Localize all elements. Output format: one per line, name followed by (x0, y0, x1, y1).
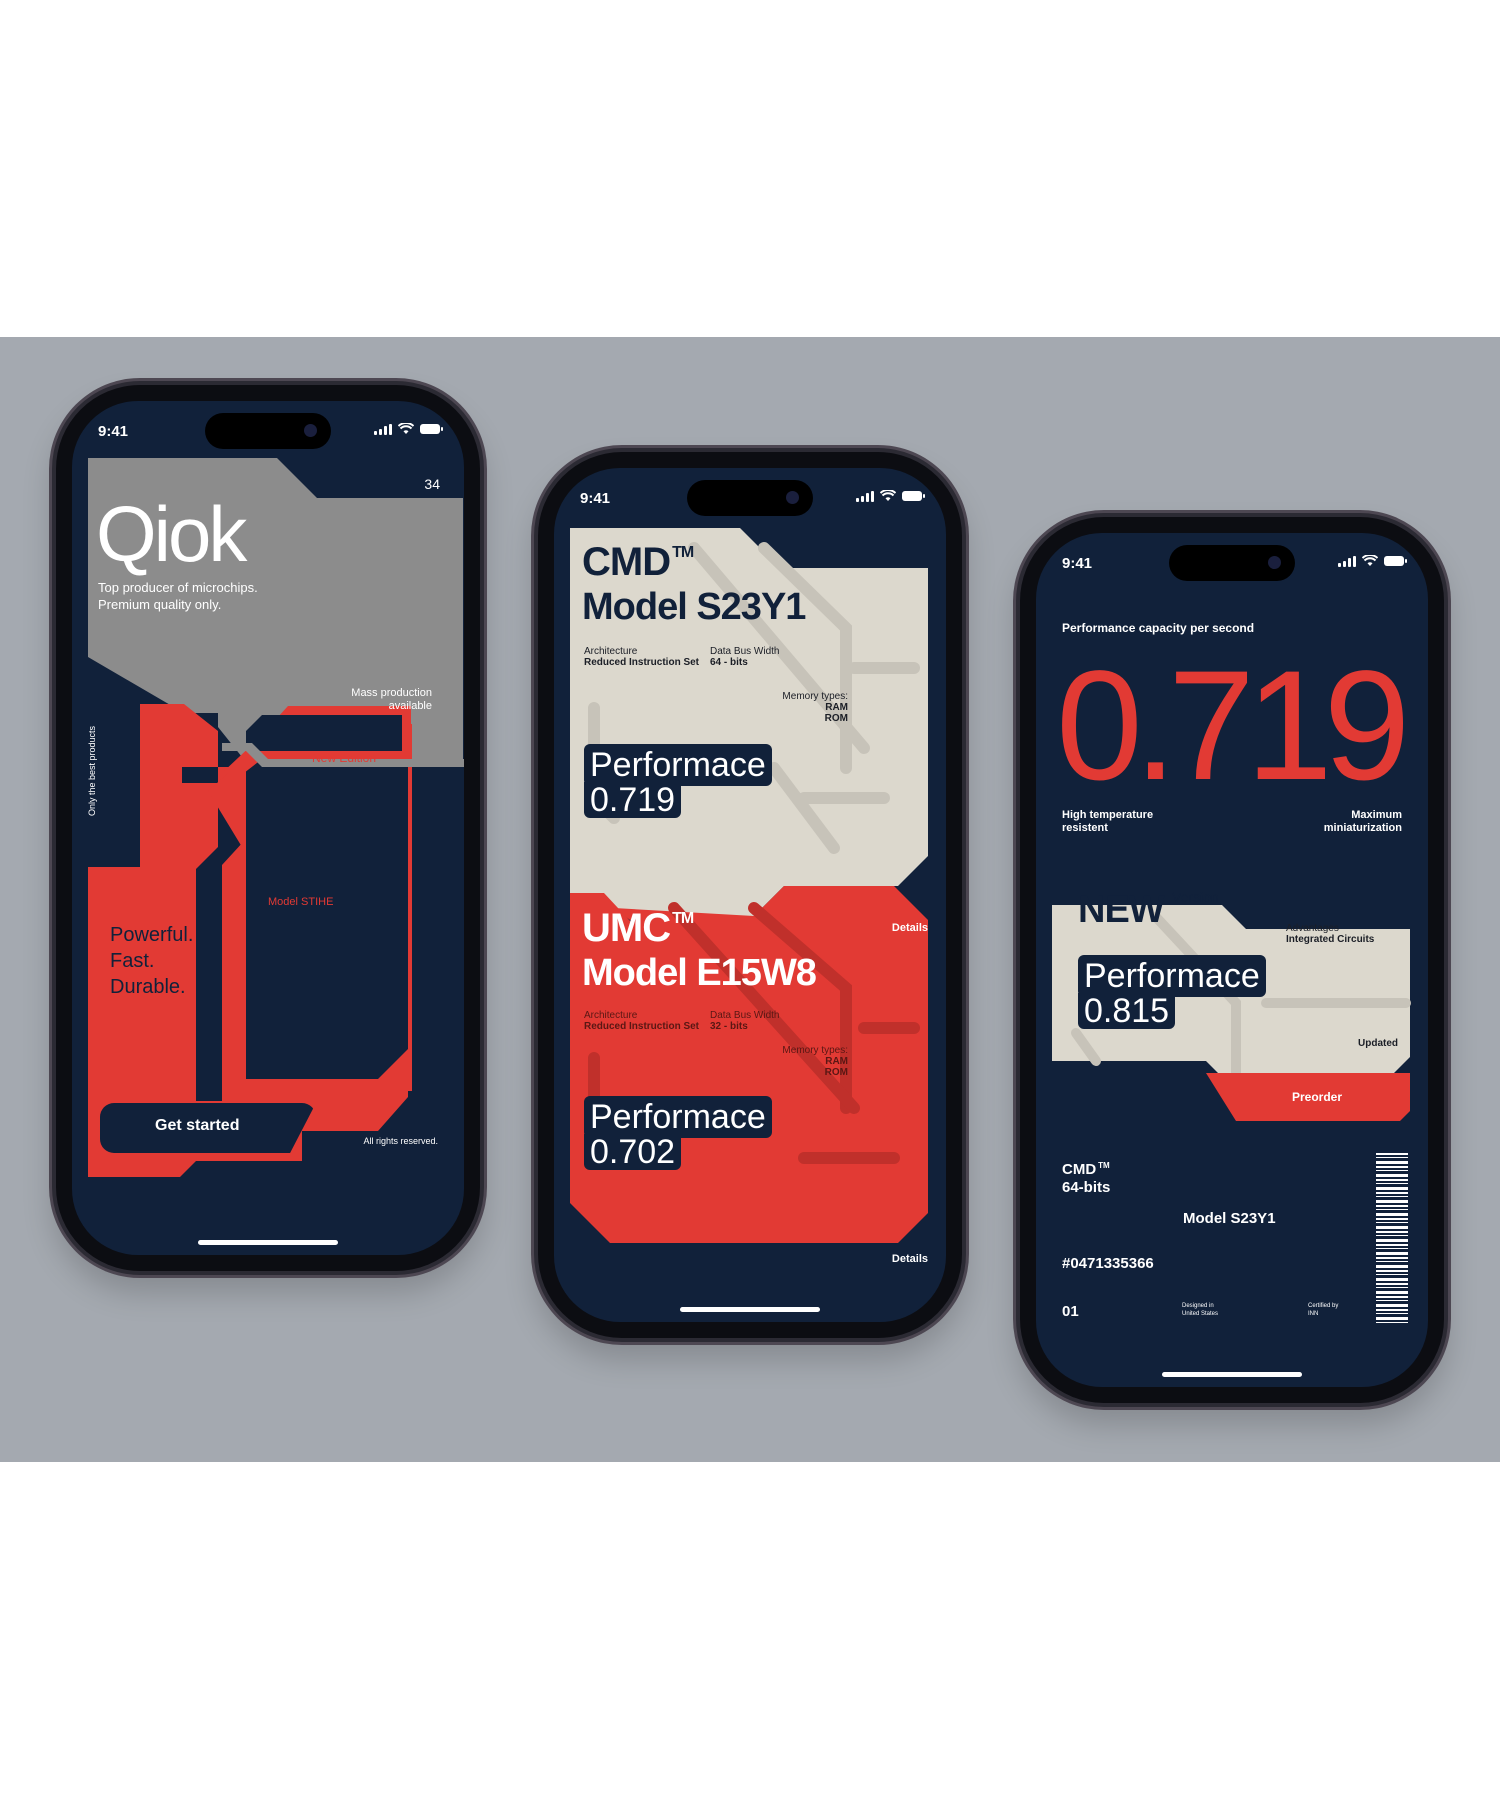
slogan-3: Durable. (110, 976, 186, 998)
trademark: TM (1098, 1161, 1110, 1170)
version-label: Version (1172, 889, 1219, 905)
model-label: Model S23Y1 (1183, 1210, 1276, 1227)
card-brand: CMD TM (582, 540, 694, 585)
performance-value-pill: 0.702 (584, 1133, 682, 1171)
battery-icon (902, 491, 925, 501)
barcode (1376, 1153, 1408, 1323)
big-performance-value: 0.719 (1056, 639, 1410, 813)
left-note-2: resistent (1062, 822, 1108, 834)
new-label: NEW (1078, 889, 1165, 931)
screen-detail: 9:41 Performance capacity per second 0.7… (1036, 533, 1428, 1387)
bits-label: 64-bits (1062, 1179, 1111, 1196)
performance-label-pill: Performace (584, 1096, 772, 1138)
get-started-label: Get started (155, 1117, 240, 1134)
performance-label: Performace (590, 1098, 766, 1136)
trademark: TM (672, 910, 694, 927)
designed-in-1: Designed in (1182, 1303, 1214, 1309)
signal-icon (856, 490, 874, 502)
product-card-cmd[interactable]: CMD TM Model S23Y1 Architecture Reduced I… (570, 528, 928, 916)
trademark: TM (672, 544, 694, 561)
slogan-2: Fast. (110, 950, 155, 972)
brand-title: Qiok (96, 490, 247, 578)
arch-value: Reduced Instruction Set (584, 657, 700, 668)
mass-production-1: Mass production (351, 687, 432, 699)
performance-value-pill: 0.719 (584, 781, 682, 819)
performance-label-pill: Performace (584, 744, 772, 786)
status-time: 9:41 (580, 490, 611, 507)
advantages-value: Integrated Circuits (1286, 934, 1375, 945)
cmd-label: CMD TM (1062, 1161, 1110, 1178)
updated-label: Updated (1358, 1038, 1398, 1049)
card-model: Model E15W8 (582, 952, 817, 994)
battery-icon (1384, 556, 1407, 566)
phone-welcome: 9:41 34 Qiok Top producer of microchips.… (52, 381, 484, 1275)
arch-value: Reduced Instruction Set (584, 1021, 700, 1032)
preorder-label: Preorder (1292, 1090, 1343, 1104)
home-indicator[interactable] (198, 1240, 338, 1245)
new-edition-label: New Edition (312, 751, 377, 765)
mass-production-2: available (388, 700, 432, 712)
signal-icon (374, 423, 392, 435)
screen-welcome: 9:41 34 Qiok Top producer of microchips.… (72, 401, 464, 1255)
card-model: Model S23Y1 (582, 586, 806, 628)
performance-value-pill: 0.815 (1078, 992, 1176, 1030)
page-number: 34 (424, 476, 440, 492)
dynamic-island (687, 480, 813, 516)
wifi-icon (880, 490, 896, 501)
phone-catalog: 9:41 CMD TM Model S23Y1 Architecture Redu… (534, 448, 966, 1342)
card-brand-text: CMD (582, 540, 671, 584)
dynamic-island (205, 413, 331, 449)
battery-icon (420, 424, 443, 434)
backdrop: 9:41 34 Qiok Top producer of microchips.… (0, 337, 1500, 1462)
model-label: Model STIHE (268, 896, 334, 908)
certified-by-1: Certified by (1308, 1303, 1339, 1309)
wifi-icon (398, 423, 414, 434)
performance-label: Performace (590, 746, 766, 784)
left-note-1: High temperature (1062, 809, 1154, 821)
dynamic-island (1169, 545, 1295, 581)
get-started-button[interactable]: Get started (100, 1103, 316, 1153)
screen-catalog: 9:41 CMD TM Model S23Y1 Architecture Redu… (554, 468, 946, 1322)
performance-label-pill: Performace (1078, 955, 1266, 997)
performance-value: 0.815 (1084, 992, 1170, 1030)
memory-rom: ROM (824, 1067, 848, 1078)
status-icons (856, 490, 925, 502)
performance-value: 0.702 (590, 1133, 676, 1171)
slogan-1: Powerful. (110, 924, 194, 946)
preorder-button[interactable]: Preorder (1226, 1078, 1406, 1118)
memory-rom: ROM (824, 713, 848, 724)
phone-detail: 9:41 Performance capacity per second 0.7… (1016, 513, 1448, 1407)
status-icons (1338, 555, 1407, 567)
status-time: 9:41 (98, 423, 129, 440)
performance-label: Performace (1084, 957, 1260, 995)
right-note-1: Maximum (1351, 809, 1402, 821)
footer-text: All rights reserved. (363, 1136, 438, 1146)
product-code: #0471335366 (1062, 1255, 1154, 1272)
card-brand: UMC TM (582, 906, 694, 951)
cmd-text: CMD (1062, 1161, 1097, 1178)
home-indicator[interactable] (680, 1307, 820, 1312)
tagline-1: Top producer of microchips. (98, 580, 258, 595)
performance-value: 0.719 (590, 781, 676, 819)
right-note-2: miniaturization (1323, 822, 1402, 834)
capacity-label: Performance capacity per second (1062, 621, 1255, 635)
vertical-tagline: Only the best products (87, 725, 97, 817)
signal-icon (1338, 555, 1356, 567)
card-brand-text: UMC (582, 906, 671, 950)
index-number: 01 (1062, 1303, 1079, 1320)
certified-by-2: INN (1308, 1311, 1319, 1317)
status-icons (374, 423, 443, 435)
home-indicator[interactable] (1162, 1372, 1302, 1377)
bus-value: 64 - bits (710, 657, 748, 668)
status-time: 9:41 (1062, 555, 1093, 572)
bus-value: 32 - bits (710, 1021, 748, 1032)
details-link-2[interactable]: Details (892, 1253, 928, 1265)
wifi-icon (1362, 555, 1378, 566)
designed-in-2: United States (1182, 1311, 1219, 1317)
product-card-umc[interactable]: UMC TM Model E15W8 Architecture Reduced I… (570, 898, 928, 1243)
tagline-2: Premium quality only. (98, 597, 222, 612)
